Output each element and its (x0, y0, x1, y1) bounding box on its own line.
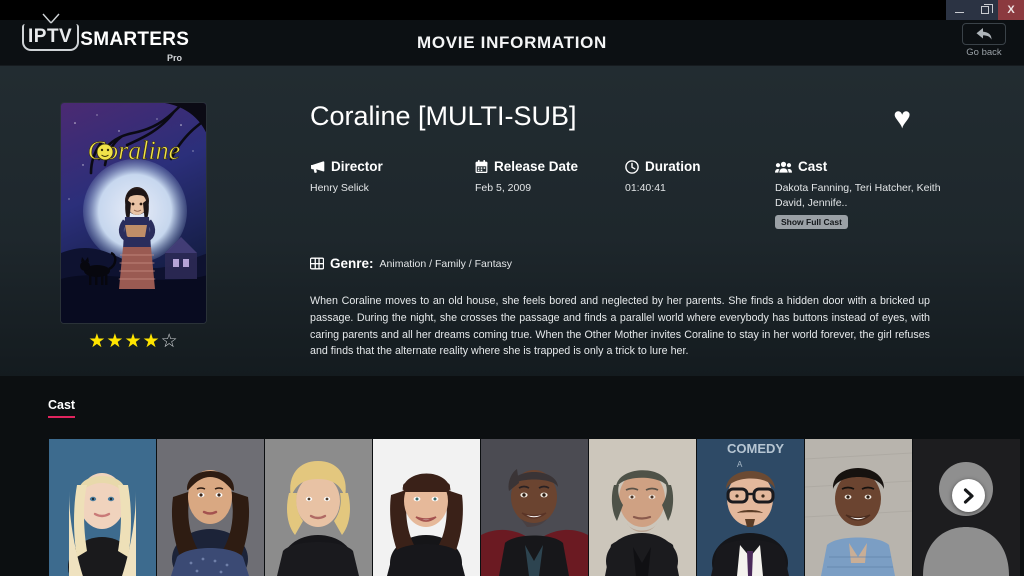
poster-block: Coraline ★★★★☆ (60, 102, 207, 351)
app-header: IPTV SMARTERS Pro MOVIE INFORMATION Go b… (0, 13, 1024, 66)
go-back-button[interactable]: Go back (958, 23, 1010, 58)
duration-value: 01:40:41 (625, 182, 666, 194)
cast-photo (481, 439, 588, 576)
release-date-label: Release Date (494, 159, 579, 174)
film-icon (310, 257, 324, 270)
cast-photo (265, 439, 372, 576)
duration-heading: Duration (625, 159, 775, 174)
star-filled: ★ (142, 331, 161, 352)
page-title: MOVIE INFORMATION (416, 33, 608, 52)
cast-card[interactable] (49, 439, 156, 576)
meta-director: Director Henry Selick (310, 159, 475, 230)
window-close-button[interactable]: X (998, 0, 1024, 20)
cast-next-button[interactable] (952, 479, 985, 512)
cast-value: Dakota Fanning, Teri Hatcher, Keith Davi… (775, 182, 941, 210)
cast-photo (589, 439, 696, 576)
cast-heading: Cast (775, 159, 965, 174)
window-maximize-button[interactable] (972, 0, 998, 20)
metadata-row: Director Henry Selick Release Date Feb 5… (310, 159, 984, 230)
megaphone-icon (311, 161, 325, 173)
clock-icon (625, 159, 639, 174)
chevron-right-icon (963, 487, 974, 504)
star-filled: ★ (124, 331, 143, 352)
meta-release-date: Release Date Feb 5, 2009 (475, 159, 625, 230)
movie-information-screen: X IPTV SMARTERS Pro MOVIE INFORMATION Go… (0, 0, 1024, 576)
svg-text:A: A (737, 460, 743, 469)
cast-card[interactable] (805, 439, 912, 576)
cast-photo: COMEDY A (697, 439, 804, 576)
movie-details: Coraline [MULTI-SUB] ♥ Director Henry Se… (310, 101, 984, 413)
cast-label: Cast (798, 159, 828, 174)
cast-card[interactable] (481, 439, 588, 576)
title-row: Coraline [MULTI-SUB] ♥ (310, 101, 984, 134)
favorite-heart-icon[interactable]: ♥ (893, 104, 911, 134)
cast-photo (373, 439, 480, 576)
calendar-icon (475, 159, 488, 173)
cast-photo (805, 439, 912, 576)
cast-card[interactable]: COMEDY A (697, 439, 804, 576)
cast-card[interactable] (373, 439, 480, 576)
movie-detail-panel: Coraline ★★★★☆ Coraline [MULTI-SUB] ♥ Di… (0, 66, 1024, 413)
users-icon (775, 161, 792, 173)
cast-photo (49, 439, 156, 576)
movie-title: Coraline [MULTI-SUB] (310, 101, 577, 131)
window-titlebar: X (0, 0, 1024, 20)
genre-label: Genre: (330, 256, 374, 272)
meta-duration: Duration 01:40:41 (625, 159, 775, 230)
duration-label: Duration (645, 159, 701, 174)
movie-poster[interactable]: Coraline (60, 102, 207, 324)
cast-carousel[interactable]: COMEDY A (49, 439, 1020, 576)
back-arrow-icon (976, 28, 992, 40)
plot-description: When Coraline moves to an old house, she… (310, 295, 930, 358)
star-filled: ★ (88, 331, 107, 352)
cast-card[interactable] (157, 439, 264, 576)
release-date-value: Feb 5, 2009 (475, 182, 532, 194)
minimize-icon (954, 11, 964, 13)
cast-photo (157, 439, 264, 576)
meta-cast: Cast Dakota Fanning, Teri Hatcher, Keith… (775, 159, 965, 230)
rating-stars: ★★★★☆ (60, 332, 207, 351)
release-date-heading: Release Date (475, 159, 625, 174)
window-minimize-button[interactable] (946, 0, 972, 20)
go-back-icon-box (962, 23, 1006, 45)
star-filled: ★ (106, 331, 125, 352)
poster-artwork: Coraline (61, 103, 206, 323)
director-heading: Director (310, 159, 475, 174)
close-icon: X (1007, 3, 1015, 16)
director-value: Henry Selick (310, 182, 369, 194)
cast-card[interactable] (265, 439, 372, 576)
director-label: Director (331, 159, 383, 174)
svg-text:COMEDY: COMEDY (727, 441, 784, 456)
star-empty: ☆ (160, 331, 179, 352)
go-back-label: Go back (966, 47, 1002, 58)
cast-section-heading: Cast (48, 398, 76, 418)
show-full-cast-button[interactable]: Show Full Cast (775, 215, 848, 230)
genre-row: Genre: Animation / Family / Fantasy (310, 256, 984, 271)
restore-icon (981, 4, 993, 14)
genre-value: Animation / Family / Fantasy (379, 257, 512, 270)
cast-card[interactable] (589, 439, 696, 576)
